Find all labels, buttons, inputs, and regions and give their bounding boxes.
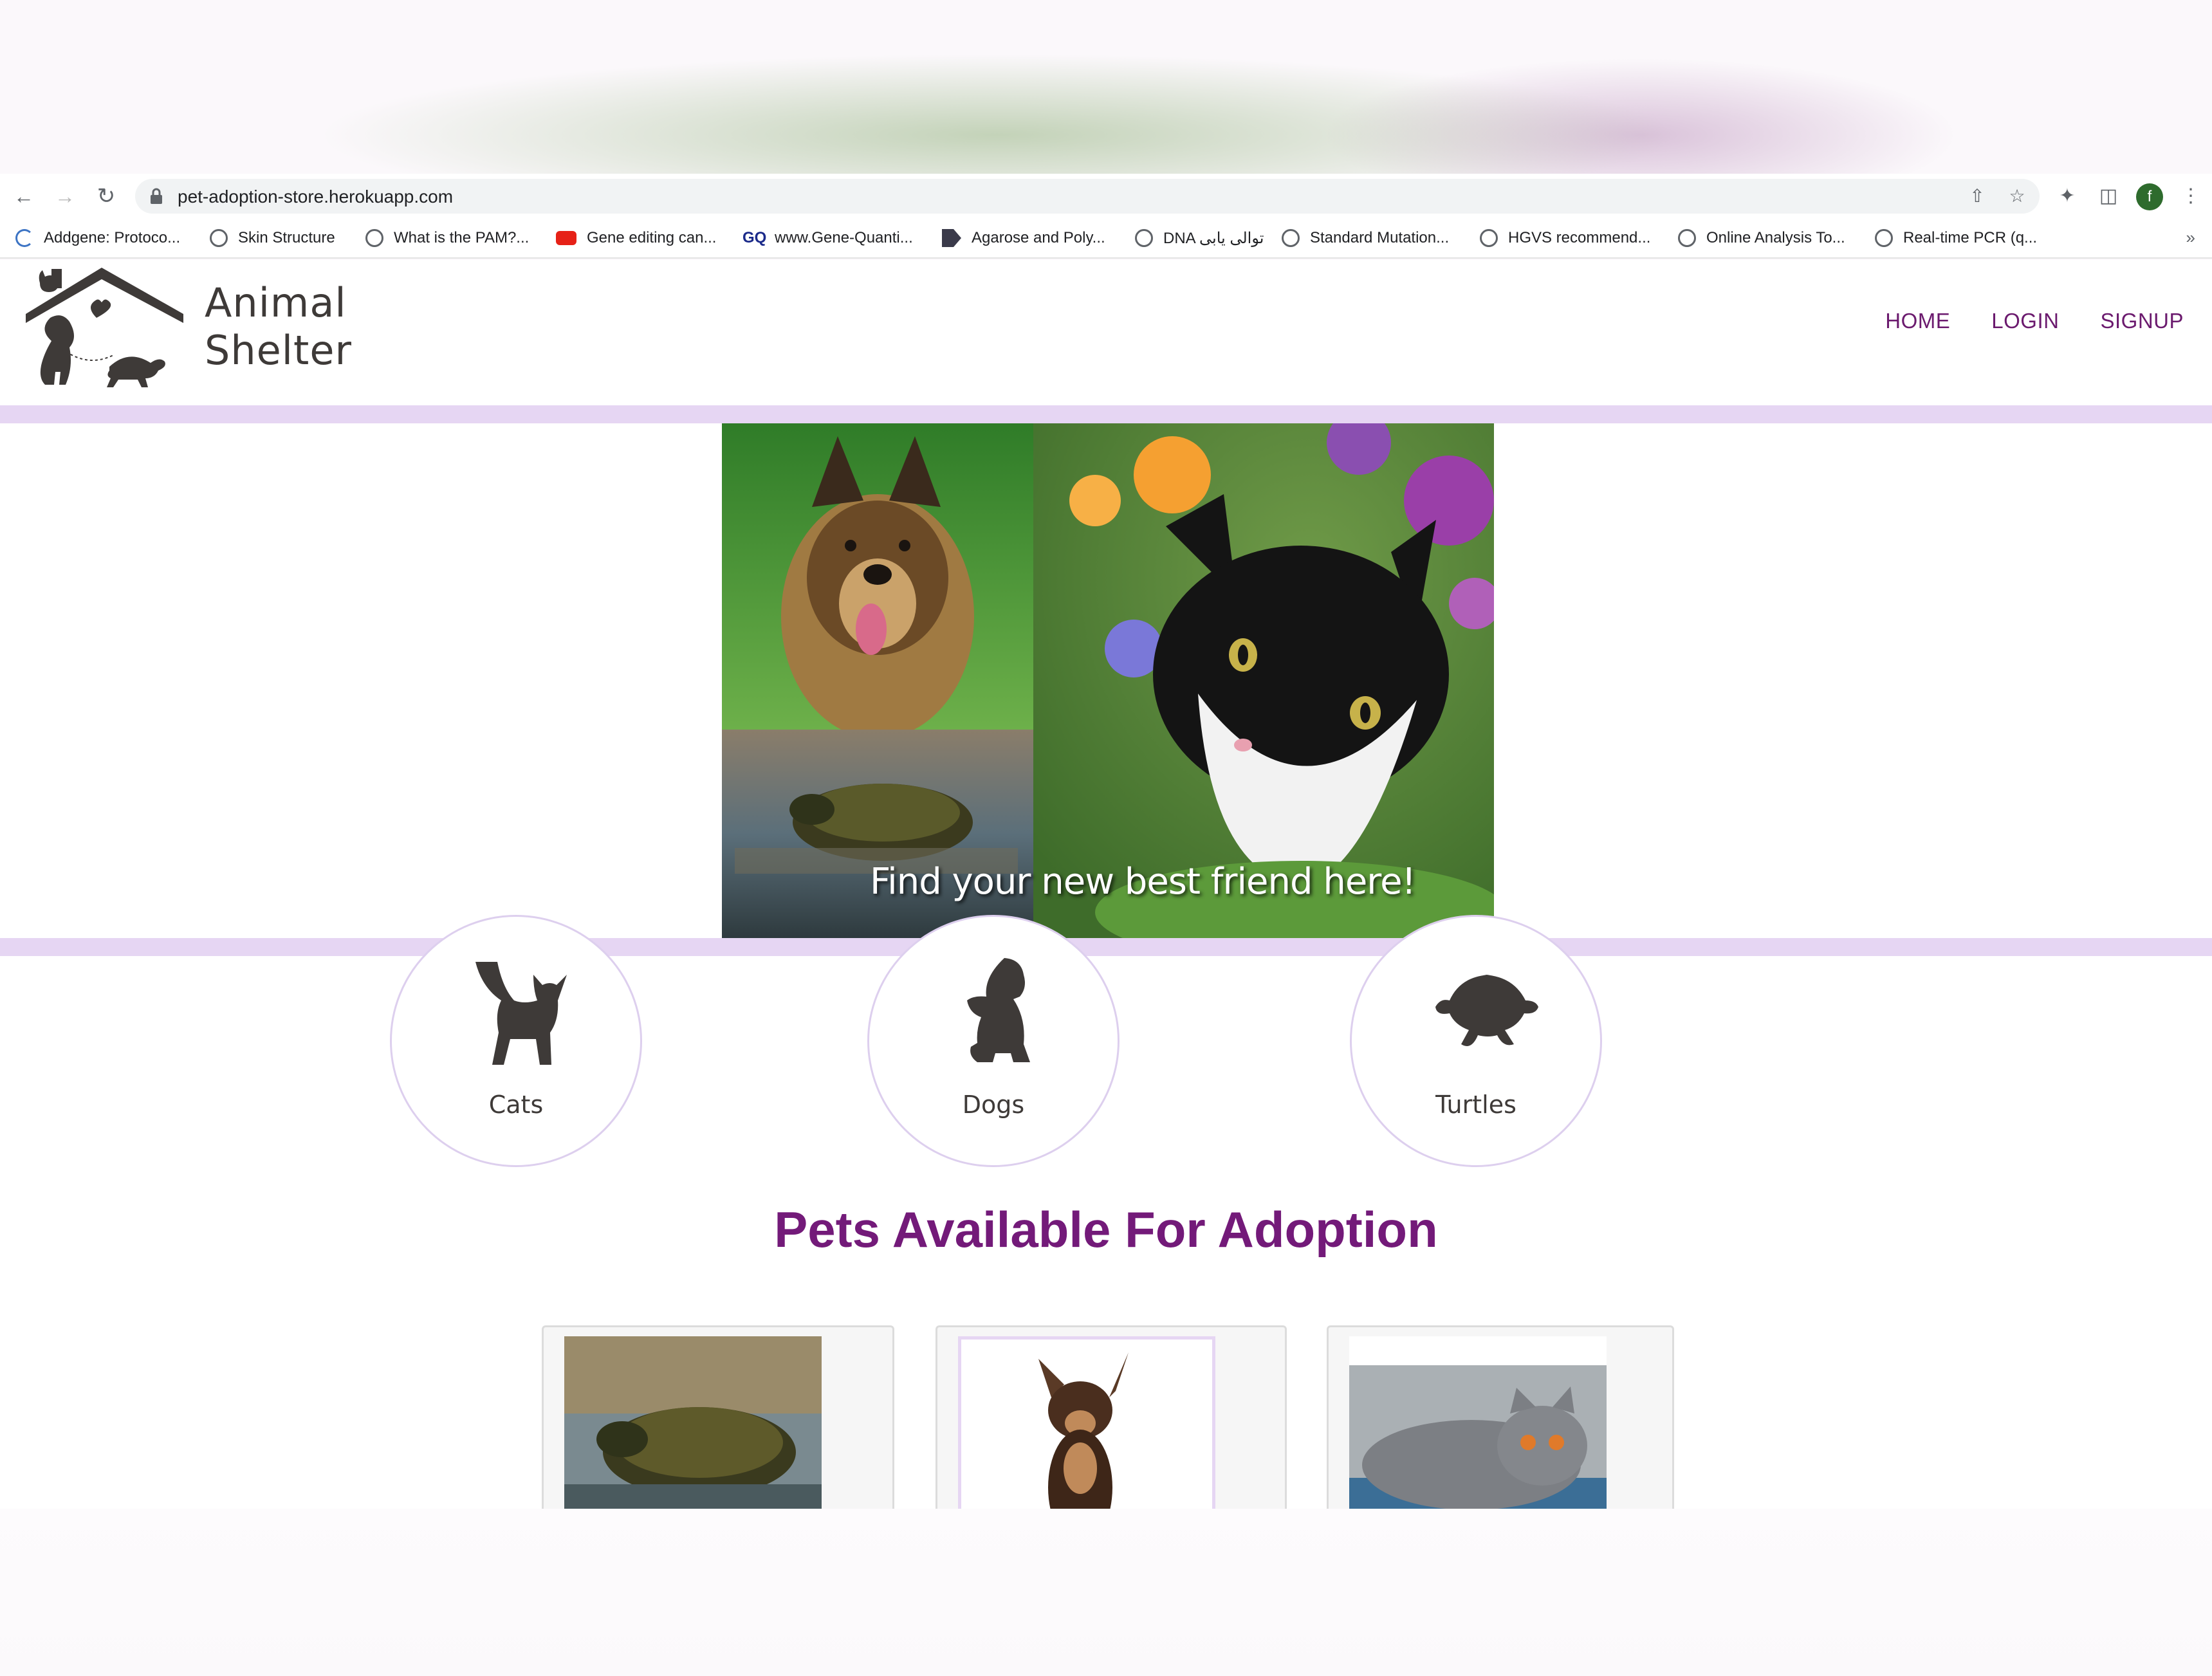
british-shorthair-photo-image bbox=[1349, 1336, 1607, 1509]
turtle-photo-image bbox=[564, 1336, 822, 1509]
dog-silhouette-icon bbox=[967, 958, 1030, 1062]
pet-card[interactable] bbox=[542, 1325, 894, 1509]
bookmark-star-icon[interactable]: ☆ bbox=[2006, 185, 2028, 207]
bookmark-item[interactable]: Real-time PCR (q... bbox=[1875, 226, 2037, 250]
globe-icon bbox=[1480, 229, 1498, 247]
back-icon[interactable]: ← bbox=[9, 181, 39, 211]
share-icon[interactable]: ⇧ bbox=[1966, 185, 1988, 207]
gq-icon: GQ bbox=[742, 229, 767, 246]
browser-toolbar: ← → ↻ pet-adoption-store.herokuapp.com ⇧… bbox=[0, 174, 2212, 219]
menu-kebab-icon[interactable]: ⋮ bbox=[2176, 181, 2206, 211]
bookmark-label: Agarose and Poly... bbox=[972, 229, 1105, 246]
bookmark-item[interactable]: Gene editing can... bbox=[556, 226, 716, 250]
bookmark-item[interactable]: DNA توالی یابی bbox=[1135, 226, 1264, 250]
nav-login-link[interactable]: LOGIN bbox=[1991, 309, 2059, 333]
globe-icon bbox=[1135, 229, 1153, 247]
bookmark-label: What is the PAM?... bbox=[394, 229, 530, 246]
globe-icon bbox=[1875, 229, 1893, 247]
logo-line-1: Animal bbox=[205, 279, 347, 326]
bookmark-item[interactable]: GQ www.Gene-Quanti... bbox=[742, 226, 913, 250]
bookmark-label: www.Gene-Quanti... bbox=[775, 229, 913, 246]
chihuahua-photo-image bbox=[961, 1340, 1212, 1509]
pet-card[interactable] bbox=[1327, 1325, 1674, 1509]
web-page: Animal Shelter HOME LOGIN SIGNUP Find yo… bbox=[0, 260, 2212, 1509]
hero-banner: Find your new best friend here! bbox=[722, 423, 1494, 938]
addgene-icon bbox=[15, 229, 33, 247]
bookmark-item[interactable]: Agarose and Poly... bbox=[942, 226, 1105, 250]
hero-bottom-stripe bbox=[0, 938, 2212, 956]
bookmarks-bar: Addgene: Protoco... Skin Structure What … bbox=[0, 219, 2212, 259]
globe-icon bbox=[1678, 229, 1696, 247]
address-bar[interactable]: pet-adoption-store.herokuapp.com ⇧ ☆ bbox=[135, 179, 2040, 214]
bookmark-item[interactable]: Addgene: Protoco... bbox=[15, 226, 180, 250]
forward-icon[interactable]: → bbox=[50, 181, 80, 211]
header-divider-stripe bbox=[0, 405, 2212, 423]
section-title: Pets Available For Adoption bbox=[774, 1201, 1438, 1258]
bookmark-item[interactable]: Online Analysis To... bbox=[1678, 226, 1845, 250]
url-text[interactable]: pet-adoption-store.herokuapp.com bbox=[178, 187, 453, 207]
profile-avatar[interactable]: f bbox=[2136, 183, 2163, 210]
pet-photo-turtle[interactable] bbox=[564, 1336, 822, 1509]
logo-wordmark[interactable]: Animal Shelter bbox=[205, 279, 352, 374]
globe-icon bbox=[365, 229, 383, 247]
screenshot-root: ← → ↻ pet-adoption-store.herokuapp.com ⇧… bbox=[0, 0, 2212, 1676]
bottom-blurred-backdrop bbox=[0, 1509, 2212, 1676]
cat-silhouette-icon bbox=[475, 962, 567, 1065]
bookmark-item[interactable]: What is the PAM?... bbox=[365, 226, 529, 250]
category-label: Turtles bbox=[1435, 1091, 1516, 1119]
nav-signup-link[interactable]: SIGNUP bbox=[2100, 309, 2184, 333]
bookmark-label: HGVS recommend... bbox=[1508, 229, 1651, 246]
nav-home-link[interactable]: HOME bbox=[1885, 309, 1950, 333]
globe-icon bbox=[210, 229, 228, 247]
youtube-icon bbox=[556, 231, 576, 245]
bookmark-item[interactable]: HGVS recommend... bbox=[1480, 226, 1650, 250]
globe-icon bbox=[1282, 229, 1300, 247]
turtle-silhouette-icon bbox=[1435, 975, 1538, 1046]
pet-photo-dog[interactable] bbox=[958, 1336, 1215, 1509]
pet-card[interactable] bbox=[935, 1325, 1287, 1509]
category-turtles[interactable]: Turtles bbox=[1350, 915, 1602, 1167]
bookmark-label: Online Analysis To... bbox=[1706, 229, 1845, 246]
main-nav: HOME LOGIN SIGNUP bbox=[1885, 309, 2184, 333]
category-label: Cats bbox=[488, 1091, 544, 1119]
bookmark-label: DNA توالی یابی bbox=[1163, 229, 1264, 247]
extensions-icon[interactable]: ✦ bbox=[2052, 181, 2082, 211]
reload-icon[interactable]: ↻ bbox=[91, 181, 121, 211]
bookmark-label: Skin Structure bbox=[238, 229, 335, 246]
bookmark-label: Real-time PCR (q... bbox=[1903, 229, 2038, 246]
bookmark-item[interactable]: Skin Structure bbox=[210, 226, 335, 250]
hero-caption: Find your new best friend here! bbox=[870, 861, 1416, 903]
side-panel-icon[interactable]: ◫ bbox=[2094, 181, 2123, 211]
category-label: Dogs bbox=[962, 1091, 1025, 1119]
bookmark-item[interactable]: Standard Mutation... bbox=[1282, 226, 1449, 250]
agarose-icon bbox=[942, 229, 961, 247]
pet-photo-cat[interactable] bbox=[1349, 1336, 1607, 1509]
category-cats[interactable]: Cats bbox=[390, 915, 642, 1167]
bookmarks-overflow-icon[interactable]: » bbox=[2186, 228, 2195, 248]
animal-shelter-logo-icon[interactable] bbox=[26, 264, 187, 392]
bookmark-label: Addgene: Protoco... bbox=[44, 229, 181, 246]
lock-icon bbox=[151, 188, 162, 204]
bookmark-label: Standard Mutation... bbox=[1310, 229, 1450, 246]
category-dogs[interactable]: Dogs bbox=[867, 915, 1120, 1167]
bookmark-label: Gene editing can... bbox=[587, 229, 717, 246]
logo-line-2: Shelter bbox=[205, 327, 352, 374]
